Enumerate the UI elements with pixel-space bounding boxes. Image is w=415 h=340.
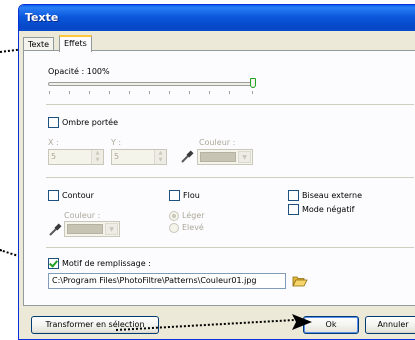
- shadow-x-spinner[interactable]: 5 ▲ ▼: [48, 149, 104, 165]
- shadow-x-value: 5: [51, 152, 57, 161]
- blur-high-label: Elevé: [182, 223, 204, 232]
- blur-high-radio[interactable]: [169, 223, 179, 233]
- shadow-color-combo[interactable]: ▼: [197, 149, 253, 165]
- separator: [46, 104, 414, 105]
- contour-color-swatch: [67, 224, 103, 234]
- contour-color-combo[interactable]: ▼: [64, 221, 120, 237]
- annotation-arrowhead-ok: [292, 314, 312, 330]
- title-bar[interactable]: Texte: [19, 5, 415, 31]
- opacity-slider-track[interactable]: [48, 82, 254, 86]
- opacity-label: Opacité : 100%: [48, 67, 110, 76]
- shadow-x-spin-arrows[interactable]: ▲ ▼: [91, 150, 103, 164]
- blur-light-label: Léger: [182, 211, 205, 220]
- contour-checkbox[interactable]: [48, 190, 59, 201]
- chevron-down-icon[interactable]: ▼: [105, 223, 118, 235]
- separator: [46, 247, 414, 248]
- convert-to-selection-button[interactable]: Transformer en sélection: [31, 316, 159, 334]
- contour-color-label: Couleur :: [64, 211, 101, 220]
- blur-light-radio[interactable]: [169, 211, 179, 221]
- text-dialog: Texte Texte Effets Opacité : 100% Ombre …: [18, 4, 415, 340]
- eyedropper-icon[interactable]: [180, 150, 194, 164]
- chevron-down-icon[interactable]: ▼: [238, 151, 251, 163]
- tab-texte[interactable]: Texte: [23, 37, 55, 51]
- shadow-checkbox[interactable]: [48, 117, 59, 128]
- shadow-y-spinner[interactable]: 5 ▲ ▼: [111, 149, 167, 165]
- effects-panel: Opacité : 100% Ombre portée X : 5 ▲ ▼ Y :: [23, 50, 415, 306]
- bevel-checkbox[interactable]: [288, 190, 299, 201]
- separator: [46, 177, 414, 178]
- negative-checkbox[interactable]: [288, 204, 299, 215]
- shadow-color-label: Couleur :: [199, 138, 236, 147]
- window-title: Texte: [25, 11, 59, 24]
- shadow-label: Ombre portée: [62, 118, 118, 127]
- negative-label: Mode négatif: [302, 205, 355, 214]
- shadow-y-spin-arrows[interactable]: ▲ ▼: [154, 150, 166, 164]
- tab-effets[interactable]: Effets: [59, 35, 92, 52]
- shadow-color-swatch: [200, 152, 236, 162]
- blur-checkbox[interactable]: [169, 190, 180, 201]
- pattern-checkbox[interactable]: [48, 258, 59, 269]
- contour-label: Contour: [62, 191, 94, 200]
- pattern-path-field[interactable]: C:\Program Files\PhotoFiltre\Patterns\Co…: [48, 273, 286, 289]
- shadow-y-label: Y :: [111, 138, 122, 147]
- shadow-y-value: 5: [114, 152, 120, 161]
- pattern-label: Motif de remplissage :: [62, 259, 151, 268]
- shadow-x-label: X :: [48, 138, 59, 147]
- bevel-label: Biseau externe: [302, 191, 363, 200]
- folder-open-icon[interactable]: [292, 274, 308, 288]
- blur-label: Flou: [183, 191, 200, 200]
- eyedropper-icon[interactable]: [48, 223, 62, 237]
- cancel-button[interactable]: Annuler: [365, 316, 415, 334]
- opacity-slider-thumb[interactable]: [250, 78, 256, 88]
